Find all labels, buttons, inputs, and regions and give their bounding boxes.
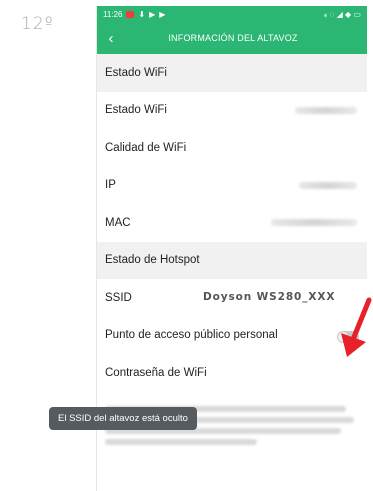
- list-item-mac: MAC: [97, 204, 367, 242]
- app-bar: ‹ INFORMACIÓN DEL ALTAVOZ: [97, 22, 367, 54]
- row-label: Estado de Hotspot: [105, 254, 200, 267]
- status-time: 11:26: [103, 9, 123, 19]
- row-label: Calidad de WiFi: [105, 141, 187, 154]
- list-item-wifi-password[interactable]: Contraseña de WiFi: [97, 354, 367, 392]
- redacted-value: [271, 219, 357, 226]
- arrow-icon: [341, 297, 372, 357]
- status-bar: 11:26 ⬇ ▶ ▶ ⁎ ◌ ◢ ◆ ▭: [97, 6, 367, 22]
- page-title: INFORMACIÓN DEL ALTAVOZ: [168, 33, 298, 43]
- list-item-ip: IP: [97, 167, 367, 205]
- row-label: Estado WiFi: [105, 66, 167, 79]
- record-icon: [126, 10, 135, 18]
- row-label: MAC: [105, 216, 131, 229]
- chevron-left-icon[interactable]: ‹: [97, 30, 125, 47]
- row-label: Punto de acceso público personal: [105, 329, 278, 342]
- ssid-value: Doyson WS280_XXX: [203, 291, 336, 303]
- play-icon: ▶: [149, 9, 156, 19]
- status-icons: ⁎ ◌ ◢ ◆ ▭: [323, 9, 361, 19]
- list-item-ssid: SSID Doyson WS280_XXX: [97, 279, 367, 317]
- toast-message: El SSID del altavoz está oculto: [49, 407, 197, 430]
- list-item-hotspot-status-header: Estado de Hotspot: [97, 241, 367, 279]
- download-icon: ⬇: [138, 9, 146, 19]
- list-item-public-hotspot: Punto de acceso público personal: [97, 317, 367, 355]
- redacted-description: [97, 392, 367, 472]
- step-number: 12º: [21, 14, 54, 34]
- row-label: Contraseña de WiFi: [105, 366, 207, 379]
- row-label: IP: [105, 179, 116, 192]
- redacted-line: [105, 438, 258, 445]
- row-label: Estado WiFi: [105, 104, 167, 117]
- list-item-wifi-quality: Calidad de WiFi: [97, 129, 367, 167]
- play-icon: ▶: [159, 9, 166, 19]
- redacted-value: [299, 181, 357, 189]
- list-item-wifi-status-header: Estado WiFi: [97, 54, 367, 92]
- redacted-value: [295, 106, 357, 114]
- row-label: SSID: [105, 291, 132, 304]
- list-item-wifi-status: Estado WiFi: [97, 92, 367, 130]
